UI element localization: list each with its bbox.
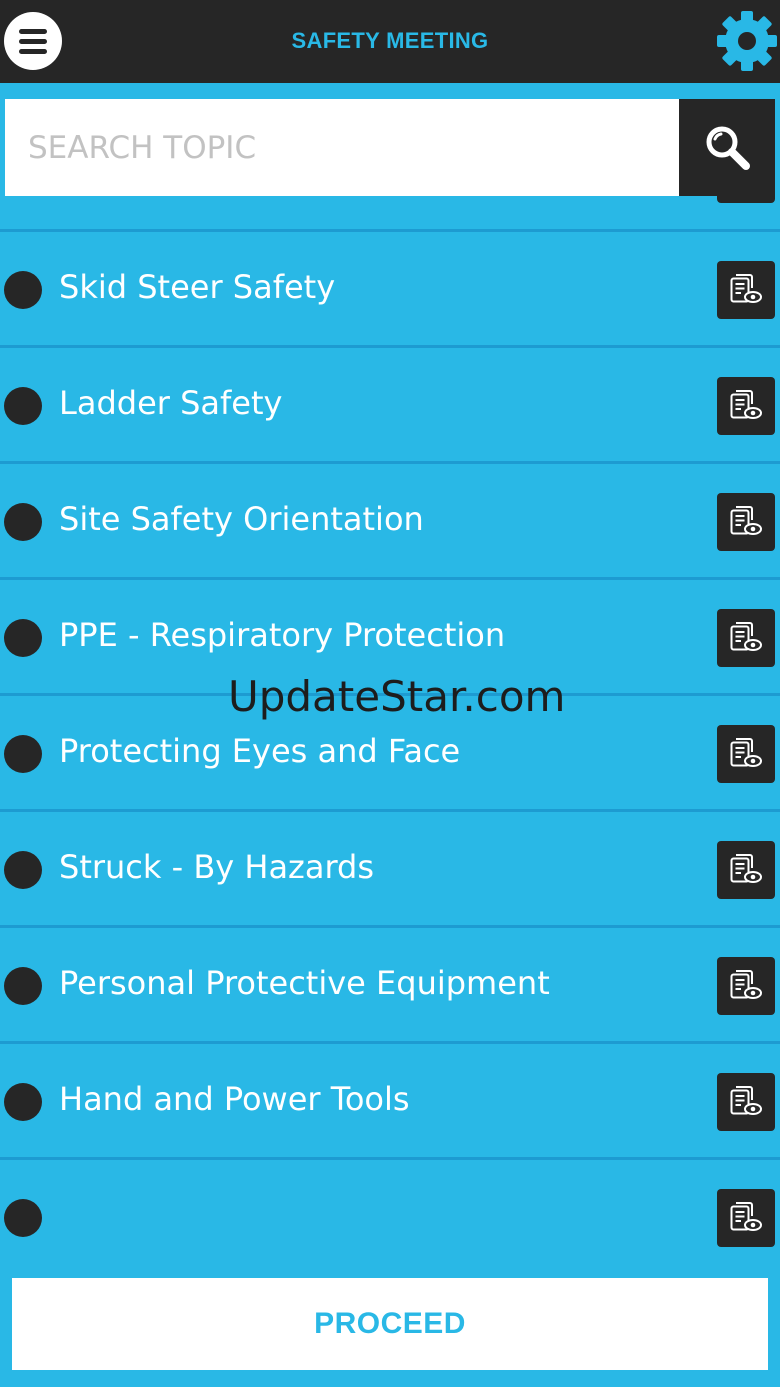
page-title: SAFETY MEETING xyxy=(291,28,489,53)
radio-icon[interactable] xyxy=(4,851,42,889)
topic-label: Struck - By Hazards xyxy=(59,848,375,886)
radio-icon[interactable] xyxy=(4,387,42,425)
document-view-icon xyxy=(730,738,762,767)
topic-row[interactable]: PPE - Respiratory Protection xyxy=(0,580,780,696)
radio-icon[interactable] xyxy=(4,503,42,541)
topic-label: Hand and Power Tools xyxy=(59,1080,410,1118)
radio-icon[interactable] xyxy=(4,967,42,1005)
topic-row[interactable]: Accident / Incident Investigation xyxy=(0,196,780,232)
topic-label: Personal Protective Equipment xyxy=(59,964,550,1002)
view-document-button[interactable] xyxy=(717,1073,775,1131)
topic-row[interactable]: Site Safety Orientation xyxy=(0,464,780,580)
topic-label: PPE - Respiratory Protection xyxy=(59,616,506,654)
document-view-icon xyxy=(730,274,762,303)
view-document-button[interactable] xyxy=(717,261,775,319)
view-document-button[interactable] xyxy=(717,957,775,1015)
radio-icon[interactable] xyxy=(4,1083,42,1121)
topic-label: Site Safety Orientation xyxy=(59,500,424,538)
document-view-icon xyxy=(730,390,762,419)
view-document-button[interactable] xyxy=(717,493,775,551)
topic-row[interactable]: Protecting Eyes and Face xyxy=(0,696,780,812)
view-document-button[interactable] xyxy=(717,196,775,203)
magnifier-icon xyxy=(706,126,750,170)
topic-row[interactable]: Personal Protective Equipment xyxy=(0,928,780,1044)
radio-icon[interactable] xyxy=(4,619,42,657)
topic-label: Skid Steer Safety xyxy=(59,268,336,306)
document-view-icon xyxy=(730,506,762,535)
radio-icon[interactable] xyxy=(4,271,42,309)
topic-row[interactable]: Hand and Power Tools xyxy=(0,1044,780,1160)
topic-label: Ladder Safety xyxy=(59,384,283,422)
top-bar: SAFETY MEETING xyxy=(0,0,780,83)
topic-row[interactable]: Struck - By Hazards xyxy=(0,812,780,928)
topic-row[interactable] xyxy=(0,1160,780,1262)
document-view-icon xyxy=(730,854,762,883)
proceed-button[interactable]: PROCEED xyxy=(12,1278,768,1370)
search-button[interactable] xyxy=(679,99,775,196)
view-document-button[interactable] xyxy=(717,841,775,899)
view-document-button[interactable] xyxy=(717,725,775,783)
view-document-button[interactable] xyxy=(717,1189,775,1247)
topic-row[interactable]: Ladder Safety xyxy=(0,348,780,464)
search-bar xyxy=(5,99,775,196)
document-view-icon xyxy=(730,1202,762,1231)
topic-label: Protecting Eyes and Face xyxy=(59,732,461,770)
document-view-icon xyxy=(730,1086,762,1115)
view-document-button[interactable] xyxy=(717,609,775,667)
topic-row[interactable]: Skid Steer Safety xyxy=(0,232,780,348)
search-input[interactable] xyxy=(5,99,678,196)
radio-icon[interactable] xyxy=(4,735,42,773)
document-view-icon xyxy=(730,970,762,999)
radio-icon[interactable] xyxy=(4,1199,42,1237)
topic-list[interactable]: Accident / Incident Investigation Skid S… xyxy=(0,196,780,1262)
gear-icon xyxy=(717,11,777,71)
view-document-button[interactable] xyxy=(717,377,775,435)
settings-button[interactable] xyxy=(714,8,780,74)
document-view-icon xyxy=(730,622,762,651)
